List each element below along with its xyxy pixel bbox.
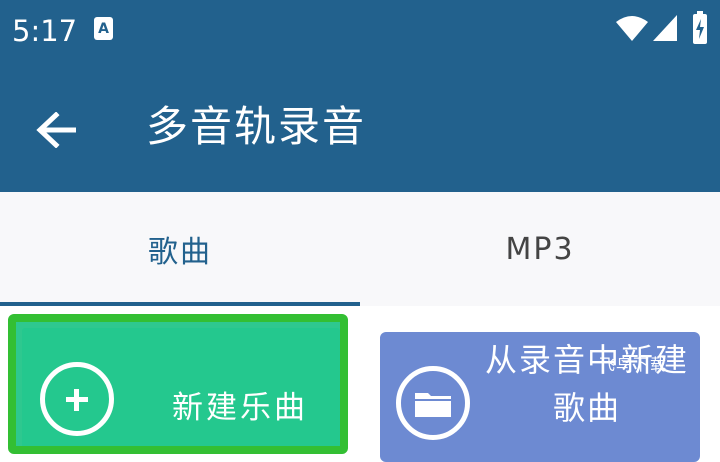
wifi-icon — [616, 16, 648, 41]
arrow-left-icon — [36, 112, 76, 148]
new-song-button-face: 新建乐曲 — [22, 328, 340, 446]
a-letter-icon: A — [94, 17, 113, 40]
status-bar: 5:17 A — [0, 0, 720, 64]
new-song-label: 新建乐曲 — [172, 390, 308, 426]
cell-signal-icon — [653, 15, 677, 41]
tab-songs[interactable]: 歌曲 — [0, 192, 360, 306]
status-time: 5:17 — [12, 14, 78, 48]
page-title: 多音轨录音 — [146, 102, 367, 151]
tab-mp3[interactable]: MP3 — [360, 192, 720, 306]
back-button[interactable] — [28, 102, 84, 158]
folder-circle — [396, 366, 470, 440]
app-bar: 多音轨录音 — [0, 64, 720, 192]
watermark: 飞鸟下载 — [599, 355, 668, 374]
new-song-button[interactable]: 新建乐曲 — [8, 314, 348, 454]
battery-charging-icon — [693, 11, 707, 44]
tab-bar: 歌曲 MP3 — [0, 192, 720, 306]
plus-circle-icon — [40, 362, 114, 436]
folder-icon — [415, 393, 451, 417]
